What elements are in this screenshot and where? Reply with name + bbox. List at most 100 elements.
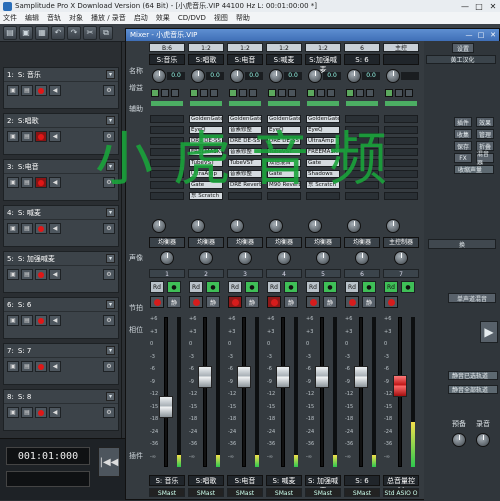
pan-knob[interactable] (355, 251, 369, 265)
plugin-slot[interactable]: EyeQ (189, 126, 223, 134)
monitor-button[interactable]: ▣ (7, 177, 19, 188)
monitor-button[interactable]: ▣ (7, 407, 19, 418)
volume-button[interactable]: ◀ (49, 177, 61, 188)
plugin-slot[interactable] (150, 170, 184, 178)
plugin-slot[interactable]: DRE Reverb (228, 181, 262, 189)
input-output-select[interactable]: 1:2 (266, 43, 302, 52)
record-arm-button[interactable] (189, 296, 203, 308)
record-arm-button[interactable] (345, 296, 359, 308)
mixer-close-icon[interactable]: ✕ (487, 31, 499, 39)
plugin-slot[interactable]: Gate (306, 159, 340, 167)
mono-mix-button[interactable]: 单声道混音 (448, 293, 496, 303)
plugin-slot[interactable] (150, 115, 184, 123)
output-select[interactable]: SMast (188, 488, 224, 497)
plugin-slot[interactable]: Gate (267, 170, 301, 178)
aux-pre-toggle[interactable] (395, 89, 403, 97)
minimize-icon[interactable]: — (458, 2, 472, 11)
output-select[interactable]: SMast (266, 488, 302, 497)
mixer-maximize-icon[interactable]: □ (475, 31, 487, 39)
output-select[interactable]: SMast (344, 488, 380, 497)
plugin-slot[interactable]: 音素修整 (228, 148, 262, 156)
volume-fader[interactable] (159, 396, 173, 419)
record-arm-button[interactable] (150, 296, 164, 308)
aux-pre-toggle[interactable] (356, 89, 364, 97)
volume-button[interactable]: ◀ (49, 269, 61, 280)
plugin-slot[interactable]: DRE DE-SS (267, 137, 301, 145)
volume-fader[interactable] (198, 365, 212, 388)
collapse-volume-option[interactable]: 收缩声量 (454, 165, 494, 174)
menu-cd-dvd[interactable]: CD/DVD (178, 14, 206, 22)
input-output-select[interactable]: 1:2 (305, 43, 341, 52)
plugin-slot[interactable] (150, 159, 184, 167)
plugin-slot[interactable] (345, 192, 379, 200)
track-name[interactable]: S: 6 (18, 301, 31, 309)
record-arm-button[interactable] (35, 315, 47, 326)
read-button[interactable]: Rd (189, 281, 203, 293)
volume-fader[interactable] (393, 374, 407, 397)
plugin-slot[interactable] (345, 115, 379, 123)
input-output-select[interactable]: 1:2 (227, 43, 263, 52)
eq-knob[interactable] (230, 219, 244, 233)
plugin-slot[interactable]: EyeQ (267, 126, 301, 134)
plugin-slot[interactable]: EyeQ (306, 126, 340, 134)
fx-button[interactable]: ⚙ (103, 85, 115, 96)
output-select[interactable]: Std ASIO O (383, 488, 419, 497)
read-button[interactable]: Rd (345, 281, 359, 293)
pan-knob[interactable] (199, 251, 213, 265)
track-name[interactable]: S:唱歌 (18, 116, 39, 126)
output-select[interactable]: SMast (227, 488, 263, 497)
fx-button[interactable]: ⚙ (103, 407, 115, 418)
plugin-slot[interactable] (267, 192, 301, 200)
channel-name[interactable]: S:喊麦 (266, 54, 302, 65)
eq-knob[interactable] (152, 219, 166, 233)
record-arm-button[interactable] (35, 177, 47, 188)
plugin-slot[interactable] (345, 148, 379, 156)
aux-post-toggle[interactable] (288, 89, 296, 97)
record-arm-button[interactable] (35, 131, 47, 142)
volume-button[interactable]: ◀ (49, 131, 61, 142)
read-button[interactable]: Rd (306, 281, 320, 293)
record-knob[interactable] (476, 433, 490, 447)
mute-button[interactable]: 静 (323, 296, 337, 308)
track-7[interactable]: 7: S: 7 ▾ ▣ ▤ ◀ ⚙ (3, 343, 119, 385)
mute-button[interactable]: 静 (245, 296, 259, 308)
output-select[interactable]: SMast (305, 488, 341, 497)
volume-fader[interactable] (354, 365, 368, 388)
plugin-slot[interactable] (150, 192, 184, 200)
automation-button[interactable]: ● (401, 281, 415, 293)
automation-button[interactable]: ● (284, 281, 298, 293)
pan-knob[interactable] (277, 251, 291, 265)
gain-knob[interactable] (191, 69, 205, 83)
plugin-slot[interactable] (150, 126, 184, 134)
monitor-button[interactable]: ▣ (7, 223, 19, 234)
aux-post-toggle[interactable] (249, 89, 257, 97)
lock-button[interactable]: ▤ (21, 315, 33, 326)
effects-button[interactable]: 效果 (476, 117, 494, 127)
automation-button[interactable]: ● (167, 281, 181, 293)
eq-knob[interactable] (308, 219, 322, 233)
input-output-select[interactable]: 1:2 (188, 43, 224, 52)
record-arm-button[interactable] (35, 223, 47, 234)
pan-knob[interactable] (238, 251, 252, 265)
plugin-slot[interactable] (345, 126, 379, 134)
track-menu-icon[interactable]: ▾ (106, 254, 115, 263)
copy-icon[interactable]: ⧉ (99, 25, 113, 40)
record-arm-button[interactable] (306, 296, 320, 308)
aux-pre-toggle[interactable] (317, 89, 325, 97)
plugin-slot[interactable]: TubeVST (189, 159, 223, 167)
pan-knob[interactable] (160, 251, 174, 265)
input-output-select[interactable]: 主控 (383, 43, 419, 52)
track-menu-icon[interactable]: ▾ (106, 208, 115, 217)
channel-name[interactable]: S: 6 (344, 54, 380, 65)
pan-knob[interactable] (394, 251, 408, 265)
plugin-slot[interactable]: 音素修整 (228, 126, 262, 134)
redo-icon[interactable]: ↷ (67, 25, 81, 40)
record-arm-button[interactable] (35, 361, 47, 372)
plugin-slot[interactable]: UltraAmp (189, 170, 223, 178)
plugin-slot[interactable]: Gate (189, 181, 223, 189)
plugin-slot[interactable] (345, 137, 379, 145)
plugin-slot[interactable] (384, 192, 418, 200)
fx-toggle-button[interactable]: FX (454, 153, 472, 163)
track-3[interactable]: 3: S:电音 ▾ ▣ ▤ ◀ ⚙ (3, 159, 119, 201)
monitor-button[interactable]: ▣ (7, 269, 19, 280)
